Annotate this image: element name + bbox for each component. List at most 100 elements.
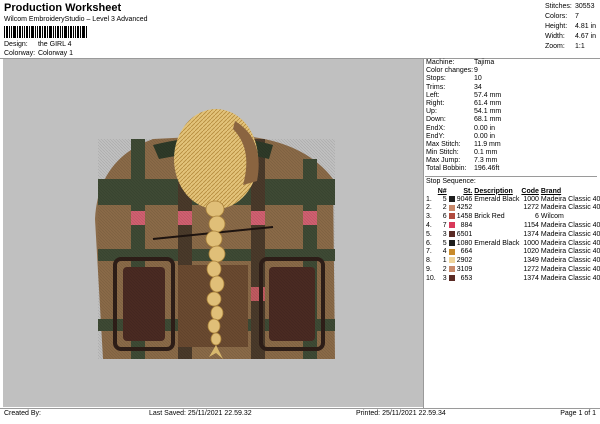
detail-label: Left: <box>426 91 440 99</box>
detail-value: 0.00 in <box>474 124 496 132</box>
details-panel: Machine: Tajima Color changes: 9 Stops: 10 … <box>425 59 600 284</box>
table-row: 8. 1 2902 1349 Madeira Classic 40 <box>425 257 600 266</box>
detail-row: Min Stitch: 0.1 mm <box>425 149 597 157</box>
thread-brand: Madeira Classic 40 <box>540 195 600 203</box>
embroidery-design-image <box>95 109 335 359</box>
row-index: 10. <box>426 274 436 282</box>
detail-label: Right: <box>426 99 445 107</box>
thread-code: 1000 <box>523 195 539 203</box>
table-row: 9. 2 3109 1272 Madeira Classic 40 <box>425 266 600 275</box>
detail-row: EndX: 0.00 in <box>425 125 597 133</box>
thread-code: 1000 <box>523 239 539 247</box>
col-index <box>425 187 437 196</box>
table-row: 1. 5 9046 Emerald Black 1000 Madeira Classic … <box>425 196 600 205</box>
thread-description <box>473 204 520 213</box>
col-n: N# <box>437 187 447 195</box>
detail-value: 196.46ft <box>474 165 500 173</box>
detail-row: Trims: 34 <box>425 84 597 92</box>
stitch-count: 6501 <box>456 230 473 238</box>
detail-row: Stops: 10 <box>425 75 597 83</box>
row-index: 5. <box>426 230 432 238</box>
thread-description <box>473 257 520 266</box>
detail-value: 10 <box>474 75 482 83</box>
design-label: Design: <box>4 41 28 48</box>
detail-label: Machine: <box>426 59 455 66</box>
thread-description: Emerald Black <box>474 239 520 247</box>
detail-value: 54.1 mm <box>474 108 502 116</box>
stitch-count: 4252 <box>456 204 473 212</box>
stat-value: 4.67 in <box>575 33 597 40</box>
swatch-square <box>448 239 455 246</box>
thread-brand: Madeira Classic 40 <box>540 274 600 282</box>
detail-value: 57.4 mm <box>474 91 502 99</box>
stat-row: Colors: 7 <box>545 12 596 22</box>
thread-description <box>473 275 520 284</box>
detail-row: EndY: 0.00 in <box>425 133 597 141</box>
stat-row: Width: 4.67 in <box>545 32 596 42</box>
detail-value: 0.1 mm <box>474 149 498 157</box>
stat-label: Width: <box>545 33 565 40</box>
needle-number: 5 <box>442 195 447 203</box>
colorway-label: Colorway: <box>4 50 36 57</box>
last-saved: Last Saved: 25/11/2021 22.59.32 <box>149 410 252 417</box>
design-row: Design: the GIRL 4 <box>4 41 204 48</box>
stat-value: 30553 <box>575 3 595 10</box>
table-row: 5. 3 6501 1374 Madeira Classic 40 <box>425 231 600 240</box>
thread-brand: Madeira Classic 40 <box>540 230 600 238</box>
row-index: 7. <box>426 248 432 256</box>
color-swatch <box>448 195 456 205</box>
thread-code: 1154 <box>523 222 539 230</box>
stat-value: 7 <box>575 13 579 20</box>
color-swatch <box>448 274 456 284</box>
top-stats: Stitches: 30553 Colors: 7 Height: 4.81 in W… <box>545 2 596 52</box>
swatch-square <box>448 230 455 237</box>
detail-label: EndY: <box>426 132 445 140</box>
detail-row: Machine: Tajima <box>425 59 597 67</box>
stop-sequence-title: Stop Sequence: <box>425 175 597 187</box>
row-index: 2. <box>426 204 432 212</box>
swatch-square <box>448 274 455 281</box>
table-header-row: N# St. Description Code Brand <box>425 187 600 196</box>
swatch-square <box>448 195 455 202</box>
stat-label: Stitches: <box>545 3 572 10</box>
color-swatch <box>448 213 456 222</box>
detail-row: Color changes: 9 <box>425 67 597 75</box>
detail-row: Max Jump: 7.3 mm <box>425 157 597 165</box>
table-row: 6. 5 1080 Emerald Black 1000 Madeira Classic … <box>425 240 600 249</box>
color-swatch <box>448 248 456 257</box>
detail-value: 11.9 mm <box>474 140 501 148</box>
detail-label: Down: <box>426 116 446 124</box>
stat-label: Height: <box>545 23 568 30</box>
thread-code: 1374 <box>523 274 539 282</box>
thread-brand: Madeira Classic 40 <box>540 204 600 212</box>
thread-brand: Madeira Classic 40 <box>540 248 600 256</box>
swatch-square <box>448 266 455 273</box>
color-swatch <box>448 222 456 231</box>
swatch-square <box>448 222 455 229</box>
thread-description: Emerald Black <box>474 195 520 203</box>
stitch-count: 9046 <box>456 195 473 203</box>
stitch-count: 1080 <box>456 239 473 247</box>
page-number: Page 1 of 1 <box>560 410 596 417</box>
detail-label: Stops: <box>426 75 446 83</box>
detail-label: EndX: <box>426 124 446 132</box>
thread-description <box>473 248 520 257</box>
row-index: 1. <box>426 195 432 203</box>
needle-number: 2 <box>442 204 447 212</box>
stat-value: 4.81 in <box>575 23 597 30</box>
stat-label: Zoom: <box>545 43 565 50</box>
row-index: 3. <box>426 213 432 221</box>
thread-brand: Madeira Classic 40 <box>540 266 600 273</box>
stitch-count: 1458 <box>456 213 473 221</box>
detail-label: Up: <box>426 108 437 116</box>
row-index: 8. <box>426 257 432 265</box>
thread-brand: Madeira Classic 40 <box>540 257 600 265</box>
needle-number: 6 <box>442 213 447 221</box>
detail-row: Left: 57.4 mm <box>425 92 597 100</box>
col-description: Description <box>474 187 513 195</box>
color-swatch <box>448 239 456 249</box>
detail-row: Right: 61.4 mm <box>425 100 597 108</box>
col-code: Code <box>521 187 539 195</box>
detail-row: Max Stitch: 11.9 mm <box>425 141 597 149</box>
software-subtitle: Wilcom EmbroideryStudio – Level 3 Advanc… <box>4 16 148 23</box>
